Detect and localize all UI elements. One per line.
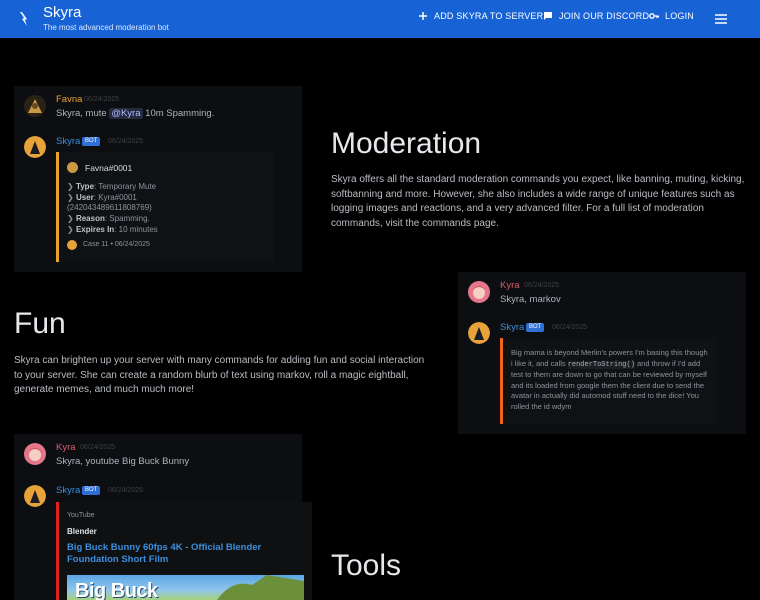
bot-badge: BOT <box>82 137 101 146</box>
message-text: Skyra, markov <box>500 294 561 305</box>
moderation-chat-card: Favna 06/24/2025 Skyra, mute @Kyra 10m S… <box>14 86 302 272</box>
skyra-avatar <box>24 136 46 158</box>
chat-icon <box>544 12 552 20</box>
kyra-avatar <box>468 281 490 303</box>
join-discord-label: JOIN OUR DISCORD <box>559 11 650 21</box>
message-timestamp: 06/24/2025 <box>84 96 120 103</box>
embed-user: ❯ User: Kyra#0001 <box>67 193 137 202</box>
bot-timestamp: 06/24/2025 <box>108 487 144 494</box>
embed-expires: ❯ Expires In: 10 minutes <box>67 225 158 234</box>
embed-user-id: (242043489611808769) <box>67 203 152 212</box>
brand-title[interactable]: Skyra <box>43 4 81 21</box>
bot-author[interactable]: Skyra <box>500 322 524 333</box>
message-author[interactable]: Kyra <box>500 280 520 291</box>
moderation-description: Skyra offers all the standard moderation… <box>331 174 745 229</box>
video-thumbnail[interactable]: Big Buck <box>67 575 304 600</box>
command-suffix: 10m Spamming. <box>142 108 215 119</box>
reason-value: Spamming. <box>109 214 150 223</box>
embed-author-avatar <box>67 162 78 173</box>
markov-embed: Big mama is beyond Merlin's powers I'm b… <box>500 338 716 424</box>
join-discord-button[interactable]: JOIN OUR DISCORD <box>543 11 649 21</box>
fun-heading: Fun <box>14 307 66 340</box>
message-author[interactable]: Kyra <box>56 442 76 453</box>
expires-label: Expires In <box>75 225 115 234</box>
add-skyra-label: ADD SKYRA TO SERVER <box>434 11 544 21</box>
fun-description: Skyra can brighten up your server with m… <box>14 355 425 395</box>
expires-value: 10 minutes <box>118 225 158 234</box>
message-text: Skyra, mute @Kyra 10m Spamming. <box>56 108 214 119</box>
moderation-embed: Favna#0001 ❯ Type: Temporary Mute ❯ User… <box>56 152 274 262</box>
user-label: User <box>75 193 94 202</box>
top-bar: Skyra The most advanced moderation bot A… <box>0 0 760 38</box>
message-timestamp: 06/24/2025 <box>80 444 116 451</box>
bot-timestamp: 06/24/2025 <box>552 324 588 331</box>
markov-text: Big mama is beyond Merlin's powers I'm b… <box>511 348 711 412</box>
plus-icon <box>419 12 427 20</box>
brand-subtitle: The most advanced moderation bot <box>43 23 169 32</box>
skyra-logo-icon[interactable] <box>14 9 34 29</box>
tools-heading: Tools <box>331 549 402 582</box>
embed-author[interactable]: Blender <box>67 527 97 536</box>
command-prefix: Skyra, mute <box>56 108 110 119</box>
thumbnail-title-text: Big Buck <box>75 580 158 600</box>
favna-avatar <box>24 95 46 117</box>
bot-author[interactable]: Skyra <box>56 136 80 147</box>
embed-footer: Case 11 • 06/24/2025 <box>83 241 150 248</box>
login-button[interactable]: LOGIN <box>649 11 694 21</box>
kyra-avatar <box>24 443 46 465</box>
bot-badge: BOT <box>82 486 101 495</box>
user-value: Kyra#0001 <box>98 193 137 202</box>
message-text: Skyra, youtube Big Buck Bunny <box>56 456 190 467</box>
skyra-avatar <box>468 322 490 344</box>
hamburger-menu-icon[interactable] <box>713 11 729 27</box>
type-value: Temporary Mute <box>98 182 157 191</box>
youtube-embed: YouTube Blender Big Buck Bunny 60fps 4K … <box>56 502 312 600</box>
embed-reason: ❯ Reason: Spamming. <box>67 214 150 223</box>
message-author[interactable]: Favna <box>56 94 82 105</box>
inline-code: renderToString() <box>567 360 635 369</box>
embed-footer-avatar <box>67 240 77 250</box>
skyra-avatar <box>24 485 46 507</box>
bot-timestamp: 06/24/2025 <box>108 138 144 145</box>
user-mention[interactable]: @Kyra <box>109 108 143 119</box>
key-icon <box>649 13 659 19</box>
bot-author[interactable]: Skyra <box>56 485 80 496</box>
video-title-link[interactable]: Big Buck Bunny 60fps 4K - Official Blend… <box>67 542 307 566</box>
moderation-heading: Moderation <box>331 127 482 160</box>
embed-provider[interactable]: YouTube <box>67 512 95 519</box>
fun-chat-card: Kyra 06/24/2025 Skyra, markov Skyra BOT … <box>458 272 746 434</box>
type-label: Type <box>75 182 95 191</box>
message-timestamp: 06/24/2025 <box>524 282 560 289</box>
embed-author: Favna#0001 <box>85 163 133 173</box>
add-skyra-button[interactable]: ADD SKYRA TO SERVER <box>418 11 543 21</box>
reason-label: Reason <box>75 214 105 223</box>
bot-badge: BOT <box>526 323 545 332</box>
embed-type: ❯ Type: Temporary Mute <box>67 182 157 191</box>
login-label: LOGIN <box>665 11 695 21</box>
